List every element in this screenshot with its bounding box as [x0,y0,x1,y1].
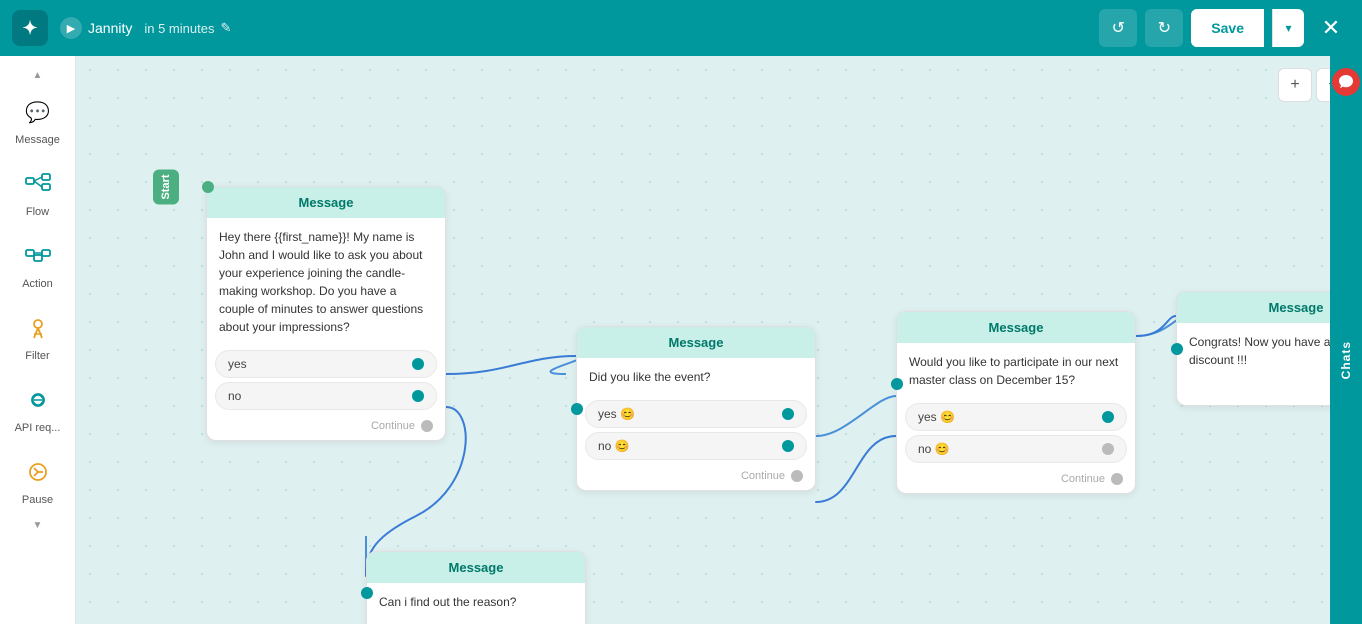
header: ✦ ▶ Jannity in 5 minutes ✎ ↺ ↻ Save ▾ ✕ [0,0,1362,56]
node3-in-dot [891,378,903,390]
node5-body: Can i find out the reason? [367,583,585,621]
node3-header: Message [897,312,1135,343]
sidebar-item-flow[interactable]: Flow [6,158,70,226]
sidebar-item-action[interactable]: Action [6,230,70,298]
node1-continue-dot [421,420,433,432]
node2-continue-dot [791,470,803,482]
start-badge: Start [153,169,179,204]
node5-header: Message [367,552,585,583]
node3-continue: Continue [897,467,1135,493]
close-button[interactable]: ✕ [1312,9,1350,47]
autosave-label: in 5 minutes ✎ [144,20,231,36]
node2-btn1-dot [782,408,794,420]
message-icon: 💬 [20,94,56,130]
sidebar-item-pause-label: Pause [22,494,53,506]
node-5[interactable]: Message Can i find out the reason? yes n… [366,551,586,624]
node1-btn1[interactable]: yes [215,350,437,378]
flow-icon [20,166,56,202]
bot-name-section: ▶ Jannity [60,17,132,39]
sidebar-item-message[interactable]: 💬 Message [6,86,70,154]
sidebar-item-flow-label: Flow [26,206,49,218]
node3-btn1[interactable]: yes 😊 [905,403,1127,431]
sidebar-item-pause[interactable]: Pause [6,446,70,514]
node5-in-dot [361,587,373,599]
sidebar-item-message-label: Message [15,134,60,146]
undo-button[interactable]: ↺ [1099,9,1137,47]
canvas[interactable]: + − Start Message Hey there {{first_name… [76,56,1362,624]
sidebar-scroll-up[interactable]: ▲ [28,68,48,82]
filter-icon [20,310,56,346]
node2-btn2[interactable]: no 😊 [585,432,807,460]
node-2[interactable]: Message Did you like the event? yes 😊 no… [576,326,816,491]
sidebar-item-api-label: API req... [15,422,61,434]
node1-btn2[interactable]: no [215,382,437,410]
node1-body: Hey there {{first_name}}! My name is Joh… [207,218,445,346]
node2-btn1[interactable]: yes 😊 [585,400,807,428]
node3-body: Would you like to participate in our nex… [897,343,1135,399]
logo: ✦ [12,10,48,46]
edit-icon[interactable]: ✎ [220,20,231,36]
action-icon [20,238,56,274]
sidebar-item-action-label: Action [22,278,53,290]
redo-button[interactable]: ↻ [1145,9,1183,47]
node3-continue-dot [1111,473,1123,485]
chats-label: Chats [1339,341,1353,379]
sidebar-item-filter-label: Filter [25,350,49,362]
node3-btn1-dot [1102,411,1114,423]
chats-panel[interactable]: Chats [1330,56,1362,624]
pause-icon [20,454,56,490]
node-3[interactable]: Message Would you like to participate in… [896,311,1136,494]
node-1[interactable]: Start Message Hey there {{first_name}}! … [206,186,446,441]
node2-header: Message [577,327,815,358]
sidebar: ▲ 💬 Message Flow Action [0,56,76,624]
node1-continue: Continue [207,414,445,440]
node2-body: Did you like the event? [577,358,815,396]
node1-header: Message [207,187,445,218]
sidebar-scroll-down[interactable]: ▼ [28,518,48,532]
node1-btn1-dot [412,358,424,370]
save-dropdown-button[interactable]: ▾ [1272,9,1304,47]
sidebar-item-api[interactable]: API req... [6,374,70,442]
node2-btn2-dot [782,440,794,452]
header-actions: ↺ ↻ Save ▾ ✕ [1099,9,1350,47]
chats-icon [1332,68,1360,96]
node2-continue: Continue [577,464,815,490]
node3-btn2-dot [1102,443,1114,455]
zoom-in-button[interactable]: + [1278,68,1312,102]
save-button[interactable]: Save [1191,9,1264,47]
node2-in-dot [571,403,583,415]
node4-in-dot [1171,343,1183,355]
api-icon [20,382,56,418]
sidebar-item-filter[interactable]: Filter [6,302,70,370]
bot-icon: ▶ [60,17,82,39]
node3-btn2[interactable]: no 😊 [905,435,1127,463]
node1-btn2-dot [412,390,424,402]
bot-name-label: Jannity [88,20,132,36]
start-dot [202,181,214,193]
